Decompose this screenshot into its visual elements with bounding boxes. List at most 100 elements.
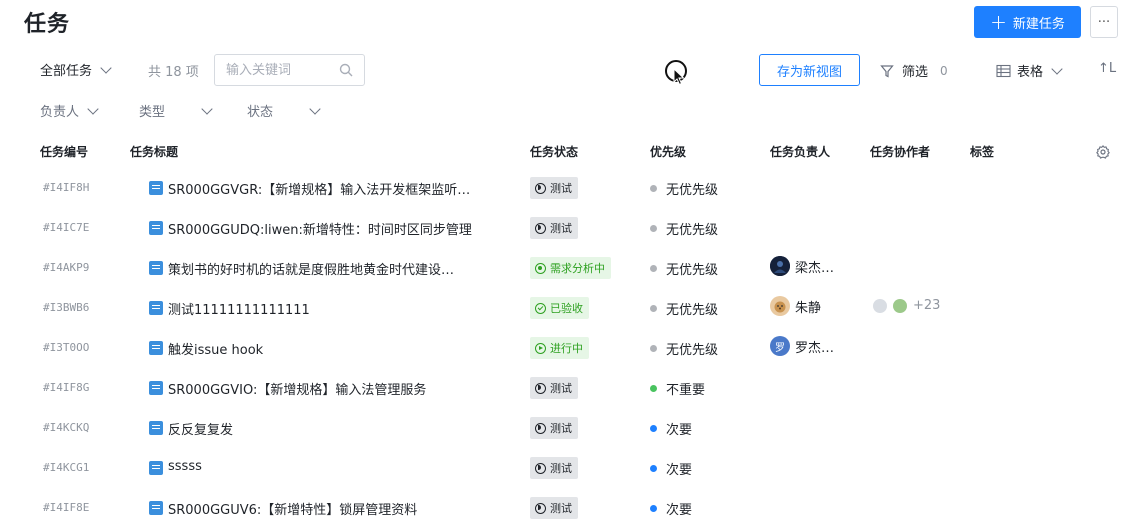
priority[interactable]: 无优先级: [650, 219, 718, 238]
task-type-icon: [149, 381, 163, 395]
column-header-collaborators[interactable]: 任务协作者: [870, 143, 930, 160]
status-badge[interactable]: 测试: [530, 417, 578, 439]
status-label: 已验收: [550, 302, 583, 315]
avatar: [893, 298, 907, 313]
filter-label: 筛选: [902, 65, 929, 80]
search-input[interactable]: [215, 55, 333, 85]
task-id[interactable]: #I4KCG1: [43, 461, 89, 474]
task-type-icon: [149, 261, 163, 275]
filter-assignee[interactable]: 负责人: [40, 101, 99, 120]
assignee-name: 梁杰…: [795, 260, 835, 276]
task-title[interactable]: SR000GGUV6:【新增特性】锁屏管理资料: [168, 499, 417, 518]
priority[interactable]: 无优先级: [650, 179, 718, 198]
task-title[interactable]: sssss: [168, 459, 202, 474]
priority-dot: [650, 345, 657, 352]
assignee[interactable]: 罗罗杰…: [770, 336, 834, 356]
assignee[interactable]: 梁杰…: [770, 256, 834, 276]
priority-label: 无优先级: [666, 343, 719, 358]
column-header-id[interactable]: 任务编号: [40, 143, 88, 160]
table-row[interactable]: #I3T0OO 触发issue hook 进行中 无优先级 罗罗杰…: [0, 328, 1130, 368]
status-badge[interactable]: 测试: [530, 177, 578, 199]
collaborators[interactable]: +23: [873, 298, 940, 313]
task-title[interactable]: SR000GGVIO:【新增规格】输入法管理服务: [168, 379, 426, 398]
status-badge[interactable]: 测试: [530, 217, 578, 239]
task-id[interactable]: #I4IF8G: [43, 381, 89, 394]
task-title[interactable]: 触发issue hook: [168, 339, 263, 358]
filter-button[interactable]: 筛选 0: [880, 61, 948, 80]
priority[interactable]: 无优先级: [650, 299, 718, 318]
save-view-button[interactable]: 存为新视图: [759, 54, 860, 86]
layout-selector[interactable]: 表格: [996, 61, 1063, 80]
status-badge[interactable]: 测试: [530, 457, 578, 479]
status-label: 测试: [550, 382, 572, 395]
chevron-down-icon: [1051, 62, 1063, 75]
table-row[interactable]: #I4KCKQ 反反复复发 测试 次要: [0, 408, 1130, 448]
task-id[interactable]: #I3T0OO: [43, 341, 89, 354]
assignee[interactable]: 朱静: [770, 296, 821, 316]
filter-status[interactable]: 状态: [247, 101, 321, 120]
table-row[interactable]: #I3BWB6 测试11111111111111 已验收 无优先级 朱静 +23: [0, 288, 1130, 328]
status-icon: [535, 382, 546, 394]
table-row[interactable]: #I4AKP9 策划书的好时机的话就是度假胜地黄金时代建设… 需求分析中 无优先…: [0, 248, 1130, 288]
search-box[interactable]: [214, 54, 365, 86]
task-title[interactable]: 测试11111111111111: [168, 299, 310, 318]
table-row[interactable]: #I4IF8G SR000GGVIO:【新增规格】输入法管理服务 测试 不重要: [0, 368, 1130, 408]
priority[interactable]: 次要: [650, 459, 692, 478]
status-badge[interactable]: 进行中: [530, 337, 589, 359]
priority-dot: [650, 185, 657, 192]
funnel-icon: [880, 64, 894, 77]
task-id[interactable]: #I3BWB6: [43, 301, 89, 314]
new-task-label: 新建任务: [1012, 16, 1065, 32]
priority[interactable]: 无优先级: [650, 259, 718, 278]
column-header-status[interactable]: 任务状态: [530, 143, 578, 160]
column-header-priority[interactable]: 优先级: [650, 143, 686, 160]
status-icon: [535, 222, 546, 234]
task-id[interactable]: #I4IF8H: [43, 181, 89, 194]
chevron-down-icon: [100, 61, 112, 74]
table-row[interactable]: #I4IC7E SR000GGUDQ:liwen:新增特性：时间时区同步管理 测…: [0, 208, 1130, 248]
filter-assignee-label: 负责人: [40, 105, 80, 120]
column-header-title[interactable]: 任务标题: [130, 143, 178, 160]
priority[interactable]: 不重要: [650, 379, 705, 398]
status-badge[interactable]: 测试: [530, 377, 578, 399]
new-task-button[interactable]: + 新建任务: [974, 6, 1081, 38]
task-id[interactable]: #I4KCKQ: [43, 421, 89, 434]
more-button[interactable]: ···: [1090, 6, 1118, 38]
priority-label: 次要: [666, 463, 693, 478]
play-circle-icon: [535, 342, 546, 354]
sort-icon[interactable]: ↑L: [1098, 61, 1116, 76]
priority[interactable]: 次要: [650, 419, 692, 438]
task-id[interactable]: #I4AKP9: [43, 261, 89, 274]
column-header-tags[interactable]: 标签: [970, 143, 994, 160]
priority-label: 无优先级: [666, 223, 719, 238]
task-type-icon: [149, 301, 163, 315]
status-label: 测试: [550, 182, 572, 195]
task-title[interactable]: 策划书的好时机的话就是度假胜地黄金时代建设…: [168, 259, 454, 278]
chevron-down-icon: [87, 102, 99, 115]
priority-dot: [650, 305, 657, 312]
table-row[interactable]: #I4KCG1 sssss 测试 次要: [0, 448, 1130, 488]
task-id[interactable]: #I4IF8E: [43, 501, 89, 514]
task-title[interactable]: SR000GGVGR:【新增规格】输入法开发框架监听…: [168, 179, 470, 198]
table-row[interactable]: #I4IF8H SR000GGVGR:【新增规格】输入法开发框架监听… 测试 无…: [0, 168, 1130, 208]
status-icon: [535, 502, 546, 514]
task-id[interactable]: #I4IC7E: [43, 221, 89, 234]
avatar: 罗: [770, 336, 790, 356]
status-badge[interactable]: 需求分析中: [530, 257, 611, 279]
task-title[interactable]: 反反复复发: [168, 419, 233, 438]
table-row[interactable]: #I4IF8E SR000GGUV6:【新增特性】锁屏管理资料 测试 次要: [0, 488, 1130, 520]
column-header-assignee[interactable]: 任务负责人: [770, 143, 830, 160]
status-label: 需求分析中: [550, 262, 605, 275]
status-badge[interactable]: 已验收: [530, 297, 589, 319]
filter-type-label: 类型: [139, 105, 166, 120]
priority-dot: [650, 505, 657, 512]
task-title[interactable]: SR000GGUDQ:liwen:新增特性：时间时区同步管理: [168, 219, 472, 238]
filter-type[interactable]: 类型: [139, 101, 213, 120]
status-icon: [535, 262, 546, 274]
status-badge[interactable]: 测试: [530, 497, 578, 519]
status-label: 测试: [550, 502, 572, 515]
gear-icon[interactable]: [1096, 145, 1110, 159]
priority[interactable]: 次要: [650, 499, 692, 518]
view-selector[interactable]: 全部任务: [40, 60, 112, 79]
priority[interactable]: 无优先级: [650, 339, 718, 358]
